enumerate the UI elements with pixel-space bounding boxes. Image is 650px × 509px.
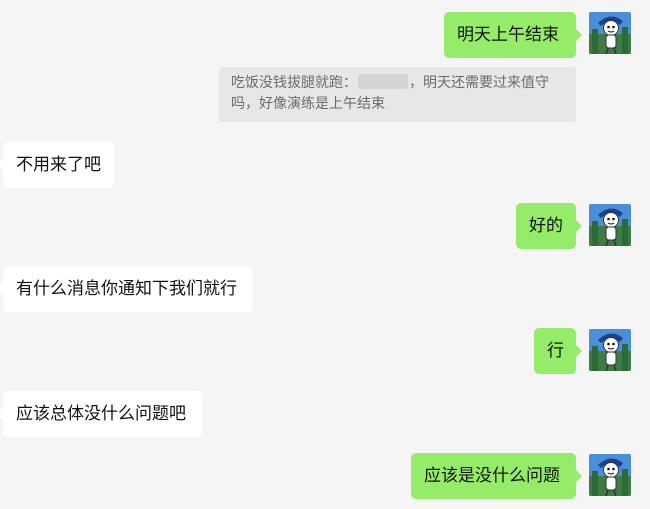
- self-avatar-icon[interactable]: [589, 454, 631, 496]
- redacted-name: [358, 74, 408, 89]
- message-bubble-other[interactable]: 不用来了吧: [0, 142, 114, 188]
- quote-sender: 吃饭没钱拔腿就跑：: [231, 75, 357, 91]
- message-bubble-self[interactable]: 好的: [516, 203, 582, 249]
- message-text: 好的: [529, 216, 563, 236]
- message-text: 应该是没什么问题: [424, 466, 560, 486]
- quote-line-1: 吃饭没钱拔腿就跑： ，明天还需要过来值守: [231, 73, 564, 94]
- message-bubble-self[interactable]: 行: [534, 328, 582, 374]
- message-text: 有什么消息你通知下我们就行: [16, 279, 237, 299]
- self-avatar-icon[interactable]: [589, 12, 631, 54]
- self-avatar-icon[interactable]: [589, 204, 631, 246]
- message-text: 应该总体没什么问题吧: [16, 404, 186, 424]
- message-bubble-self[interactable]: 明天上午结束: [444, 12, 582, 58]
- message-bubble-other[interactable]: 应该总体没什么问题吧: [0, 391, 202, 437]
- self-avatar-icon[interactable]: [589, 329, 631, 371]
- quote-line-2: 吗，好像演练是上午结束: [231, 96, 385, 112]
- quoted-message[interactable]: 吃饭没钱拔腿就跑： ，明天还需要过来值守 吗，好像演练是上午结束: [219, 67, 576, 122]
- chat-message-area: 明天上午结束 吃饭没钱拔腿就跑： ，明天还需要过来值守 吗，好像演练是上午结束 不…: [0, 0, 650, 509]
- quote-text: ，明天还需要过来值守: [409, 75, 549, 91]
- message-text: 行: [547, 341, 564, 361]
- message-bubble-self[interactable]: 应该是没什么问题: [411, 453, 582, 499]
- message-text: 明天上午结束: [457, 25, 559, 45]
- message-bubble-other[interactable]: 有什么消息你通知下我们就行: [0, 266, 253, 312]
- message-text: 不用来了吧: [16, 155, 101, 175]
